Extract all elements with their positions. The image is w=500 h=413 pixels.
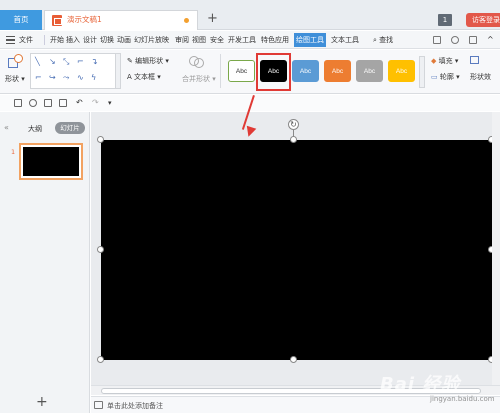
menu-design[interactable]: 设计 xyxy=(83,35,97,45)
collapse-panel-icon[interactable]: « xyxy=(4,123,9,132)
help-icon[interactable] xyxy=(451,36,459,44)
add-slide-button[interactable]: + xyxy=(36,394,48,410)
tab-outline[interactable]: 大纲 xyxy=(28,124,42,134)
hamburger-menu-icon[interactable] xyxy=(6,36,15,44)
shapes-icon[interactable] xyxy=(8,54,24,70)
menu-security[interactable]: 安全 xyxy=(210,35,224,45)
fill-button[interactable]: ◆ 填充 ▾ xyxy=(431,56,458,66)
menu-slideshow[interactable]: 幻灯片放映 xyxy=(134,35,169,45)
elbow-arrow-icon: ↴ xyxy=(91,57,98,66)
visitor-login-button[interactable]: 访客登录 xyxy=(466,13,500,27)
fill-label: 填充 xyxy=(438,57,453,65)
selected-rectangle-shape[interactable] xyxy=(101,140,492,360)
ribbon-toolbar: 形状 ▾ ╲ ↘ ⤡ ⌐ ↴ ⌐ ↪ ⤳ ∿ ϟ ✎ 编辑形状 ▾ A 文本框 … xyxy=(0,50,500,94)
shape-effect-icon[interactable] xyxy=(470,56,479,64)
new-tab-button[interactable]: + xyxy=(207,11,221,27)
save-icon[interactable] xyxy=(14,99,22,107)
freeform-icon: ϟ xyxy=(91,73,97,82)
search-icon: ⌕ xyxy=(373,36,377,44)
menu-special-apps[interactable]: 特色应用 xyxy=(261,35,289,45)
menu-divider xyxy=(44,35,45,45)
shape-style-gold[interactable]: Abc xyxy=(388,60,415,82)
export-icon[interactable] xyxy=(29,99,37,107)
shape-style-white[interactable]: Abc xyxy=(228,60,255,82)
share-icon[interactable] xyxy=(433,36,441,44)
ribbon-divider xyxy=(220,54,221,88)
settings-icon[interactable] xyxy=(469,36,477,44)
undo-icon[interactable]: ↶ xyxy=(76,99,84,107)
curve-arrow-icon: ↪ xyxy=(49,73,56,82)
line-shapes-gallery[interactable]: ╲ ↘ ⤡ ⌐ ↴ ⌐ ↪ ⤳ ∿ ϟ xyxy=(30,53,116,89)
text-box-label: 文本框 xyxy=(134,73,156,81)
resize-handle-bottom[interactable] xyxy=(290,356,297,363)
menu-insert[interactable]: 插入 xyxy=(66,35,80,45)
home-tab[interactable]: 首页 xyxy=(0,10,42,30)
gallery-scroll[interactable] xyxy=(115,53,121,89)
window-count-badge[interactable]: 1 xyxy=(438,14,452,26)
print-icon[interactable] xyxy=(44,99,52,107)
presentation-icon xyxy=(52,15,62,26)
menu-view[interactable]: 视图 xyxy=(192,35,206,45)
line-icon: ╲ xyxy=(35,57,40,66)
shape-style-blue[interactable]: Abc xyxy=(292,60,319,82)
notes-icon xyxy=(94,401,103,409)
notes-placeholder[interactable]: 单击此处添加备注 xyxy=(107,401,163,411)
tab-slides[interactable]: 幻灯片 xyxy=(55,122,85,134)
resize-handle-top-left[interactable] xyxy=(97,136,104,143)
curve-double-arrow-icon: ⤳ xyxy=(63,73,70,82)
merge-shapes-button[interactable]: 合并形状 ▾ xyxy=(182,74,216,84)
arrow-line-icon: ↘ xyxy=(49,57,56,66)
customize-chevron-icon[interactable]: ▾ xyxy=(108,99,116,107)
menu-animations[interactable]: 动画 xyxy=(117,35,131,45)
slide-thumbnail[interactable] xyxy=(19,143,83,180)
menu-file[interactable]: 文件 xyxy=(19,35,33,45)
menu-text-tools[interactable]: 文本工具 xyxy=(331,35,359,45)
menu-developer-tools[interactable]: 开发工具 xyxy=(228,35,256,45)
redo-icon[interactable]: ↷ xyxy=(92,99,100,107)
document-tab-label: 演示文稿1 xyxy=(67,15,102,24)
menu-transitions[interactable]: 切换 xyxy=(100,35,114,45)
unsaved-dot-icon xyxy=(184,18,189,23)
menu-home[interactable]: 开始 xyxy=(50,35,64,45)
curve-connector-icon: ⌐ xyxy=(35,73,42,82)
title-bar: 首页 演示文稿1 + 1 访客登录 xyxy=(0,0,500,30)
shapes-label: 形状 xyxy=(5,75,19,83)
style-gallery-scroll[interactable] xyxy=(419,56,425,88)
shape-effect-button[interactable]: 形状效 xyxy=(470,72,491,82)
menu-review[interactable]: 审阅 xyxy=(175,35,189,45)
menu-bar: 文件 开始 插入 设计 切换 动画 幻灯片放映 审阅 视图 安全 开发工具 特色… xyxy=(0,31,500,49)
merge-shapes-icon xyxy=(189,56,205,68)
fill-icon: ◆ xyxy=(431,57,437,65)
highlight-annotation-box xyxy=(256,53,291,91)
preview-icon[interactable] xyxy=(59,99,67,107)
outline-label: 轮廓 xyxy=(439,73,454,81)
resize-handle-bottom-left[interactable] xyxy=(97,356,104,363)
chevron-up-icon[interactable]: ^ xyxy=(487,36,495,44)
curve-icon: ∿ xyxy=(77,73,84,82)
search-button[interactable]: ⌕ 查找 xyxy=(373,35,393,45)
rotate-handle-icon[interactable]: ↻ xyxy=(288,119,299,130)
baidu-watermark-url: jingyan.baidu.com xyxy=(430,395,495,403)
double-arrow-icon: ⤡ xyxy=(63,57,70,66)
elbow-connector-icon: ⌐ xyxy=(77,57,84,66)
slides-panel: « 大纲 幻灯片 1 + xyxy=(0,112,90,413)
text-box-button[interactable]: A 文本框 ▾ xyxy=(127,72,161,82)
merge-shapes-label: 合并形状 xyxy=(182,75,210,83)
outline-button[interactable]: ▭ 轮廓 ▾ xyxy=(431,72,460,82)
slide-number: 1 xyxy=(11,148,16,156)
document-tab[interactable]: 演示文稿1 xyxy=(44,10,198,30)
resize-handle-left[interactable] xyxy=(97,246,104,253)
search-label: 查找 xyxy=(379,36,394,44)
shape-style-orange[interactable]: Abc xyxy=(324,60,351,82)
shape-style-gray[interactable]: Abc xyxy=(356,60,383,82)
vertical-scrollbar[interactable] xyxy=(492,112,500,385)
shapes-button[interactable]: 形状 ▾ xyxy=(5,74,25,84)
shape-effect-label: 形状效 xyxy=(470,73,491,81)
edit-shape-label: 编辑形状 xyxy=(135,57,164,65)
baidu-watermark: Bai 经验 xyxy=(380,374,461,395)
outline-icon: ▭ xyxy=(431,73,438,81)
edit-shape-button[interactable]: ✎ 编辑形状 ▾ xyxy=(127,56,169,66)
menu-drawing-tools[interactable]: 绘图工具 xyxy=(294,33,326,47)
resize-handle-top[interactable] xyxy=(290,136,297,143)
